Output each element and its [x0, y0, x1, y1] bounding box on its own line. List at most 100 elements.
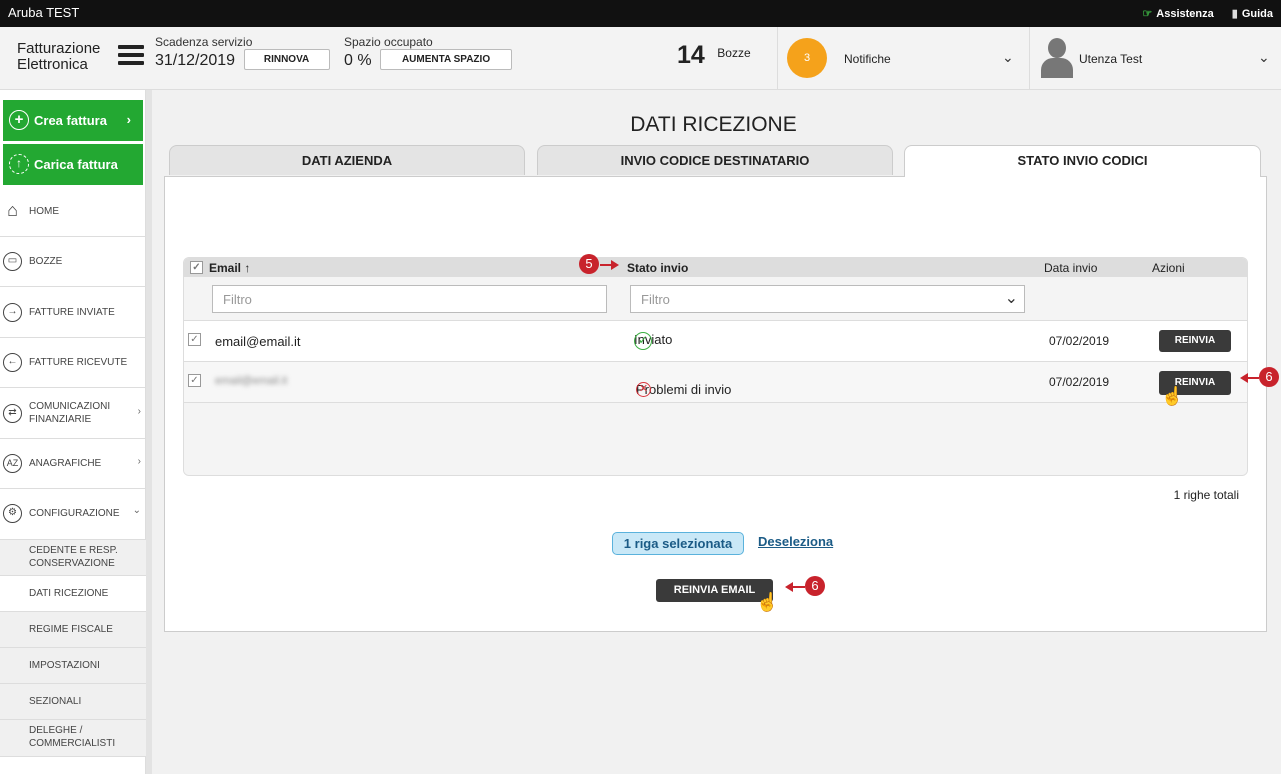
crea-fattura-label: Crea fattura [34, 113, 107, 128]
row-checkbox[interactable]: ✓ [188, 374, 201, 387]
drafts-icon: ▭ [3, 252, 22, 271]
row-email: email@email.it [215, 334, 301, 349]
label-line2: CONSERVAZIONE [29, 558, 115, 569]
aumenta-spazio-button[interactable]: AUMENTA SPAZIO [380, 49, 513, 70]
spazio-value: 0 % [344, 52, 372, 69]
hand-cursor-icon: ☝ [1161, 386, 1184, 406]
gear-icon: ⚙ [3, 504, 22, 523]
notifiche-label[interactable]: Notifiche [844, 52, 891, 66]
annotation-marker: 6 [1259, 367, 1279, 387]
logo-line2: Elettronica [17, 56, 88, 73]
user-avatar-icon[interactable] [1040, 38, 1073, 78]
chevron-right-icon: › [126, 112, 131, 127]
bozze-counter[interactable]: 14 Bozze [677, 41, 751, 70]
scadenza-value: 31/12/2019 [155, 52, 236, 69]
page-title: DATI RICEZIONE [630, 113, 797, 136]
upload-icon: ↑ [9, 154, 29, 174]
row-checkbox[interactable]: ✓ [188, 333, 201, 346]
plus-icon: + [9, 110, 29, 130]
label-line1: COMUNICAZIONI [29, 401, 111, 412]
reinvia-button[interactable]: REINVIA [1159, 330, 1231, 352]
sidebar-subitem-cedente[interactable]: CEDENTE E RESP. CONSERVAZIONE [0, 540, 146, 576]
tab-invio-codice-destinatario[interactable]: INVIO CODICE DESTINATARIO [537, 145, 893, 175]
arrow-right-icon: → [3, 303, 22, 322]
select-all-checkbox[interactable]: ✓ [190, 261, 203, 274]
sidebar-item-label: FATTURE RICEVUTE [29, 357, 128, 368]
sidebar-item-label: ANAGRAFICHE [29, 458, 102, 469]
grid-header: ✓ Email ↑ Stato invio Data invio Azioni [184, 258, 1247, 277]
column-data[interactable]: Data invio [1044, 261, 1097, 275]
divider [777, 27, 778, 90]
home-icon: ⌂ [7, 200, 18, 220]
hand-cursor-icon: ☝ [756, 592, 779, 612]
label-line1: DELEGHE / [29, 725, 83, 736]
carica-fattura-label: Carica fattura [34, 157, 118, 172]
spazio-occupato: Spazio occupato 0 % AUMENTA SPAZIO [344, 35, 513, 70]
stato-filter-select[interactable]: Filtro ⌄ [630, 285, 1025, 313]
deselect-link[interactable]: Deseleziona [758, 534, 833, 549]
headset-icon: ☞ [1142, 8, 1153, 20]
tab-dati-azienda[interactable]: DATI AZIENDA [169, 145, 525, 175]
sidebar-item-home[interactable]: ⌂ HOME [0, 187, 146, 237]
selection-badge: 1 riga selezionata [612, 532, 744, 555]
user-name[interactable]: Utenza Test [1079, 52, 1142, 66]
annotation-arrow [1240, 373, 1259, 383]
sidebar-subitem-sezionali[interactable]: SEZIONALI [0, 684, 146, 720]
sidebar-item-bozze[interactable]: ▭ BOZZE [0, 237, 146, 287]
sidebar-subitem-impostazioni[interactable]: IMPOSTAZIONI [0, 648, 146, 684]
notifiche-chevron-down-icon[interactable]: ⌄ [1002, 49, 1014, 66]
row-status: ✕ Problemi di invio [636, 382, 731, 397]
scadenza-servizio: Scadenza servizio 31/12/2019 RINNOVA [155, 35, 330, 70]
sort-ascending-icon: ↑ [244, 261, 251, 275]
row-email-redacted: email@email.it [215, 375, 288, 387]
rinnova-button[interactable]: RINNOVA [243, 49, 330, 70]
top-links: ☞ Assistenza ▮ Guida [1142, 7, 1273, 20]
sidebar-item-comunicazioni[interactable]: ⇄ COMUNICAZIONI FINANZIARIE › [0, 388, 146, 439]
sidebar-subitem-dati-ricezione[interactable]: DATI RICEZIONE [0, 576, 146, 612]
data-grid: ✓ Email ↑ Stato invio Data invio Azioni … [183, 257, 1248, 476]
sidebar-item-label: SEZIONALI [29, 696, 82, 707]
top-bar: Aruba TEST ☞ Assistenza ▮ Guida [0, 0, 1281, 27]
tab-stato-invio-codici[interactable]: STATO INVIO CODICI [904, 145, 1261, 177]
assistenza-link[interactable]: ☞ Assistenza [1142, 7, 1213, 20]
sidebar-subitem-deleghe[interactable]: DELEGHE / COMMERCIALISTI [0, 720, 146, 757]
chevron-down-icon: ⌄ [132, 505, 141, 516]
sidebar-item-configurazione[interactable]: ⚙ CONFIGURAZIONE ⌄ [0, 489, 146, 540]
sidebar-subitem-regime-fiscale[interactable]: REGIME FISCALE [0, 612, 146, 648]
hamburger-menu-icon[interactable] [118, 45, 144, 65]
logo[interactable]: Fatturazione Elettronica [17, 41, 100, 73]
sidebar-item-label: REGIME FISCALE [29, 624, 113, 635]
app-title: Aruba TEST [8, 5, 80, 20]
bozze-label: Bozze [717, 46, 751, 60]
check-circle-icon: ✓ [634, 332, 652, 350]
row-date: 07/02/2019 [1049, 334, 1110, 348]
column-stato[interactable]: Stato invio [627, 261, 688, 275]
table-row[interactable]: ✓ email@email.it ✕ Problemi di invio 07/0… [184, 361, 1247, 402]
chevron-right-icon: › [137, 406, 141, 417]
email-filter-input[interactable]: Filtro [212, 285, 607, 313]
sidebar-item-fatture-ricevute[interactable]: ← FATTURE RICEVUTE [0, 338, 146, 388]
bozze-count: 14 [677, 41, 705, 69]
sidebar-item-fatture-inviate[interactable]: → FATTURE INVIATE [0, 287, 146, 338]
sidebar-item-label: CONFIGURAZIONE [29, 508, 120, 519]
crea-fattura-button[interactable]: + Crea fattura › [3, 100, 143, 141]
az-icon: AZ [3, 454, 22, 473]
guida-label: Guida [1241, 8, 1273, 20]
divider [1029, 27, 1030, 90]
column-email[interactable]: Email ↑ [209, 261, 250, 275]
annotation-arrow [600, 260, 619, 270]
annotation-arrow [785, 582, 805, 592]
annotation-marker: 5 [579, 254, 599, 274]
sidebar-item-label: HOME [29, 206, 59, 217]
header: Fatturazione Elettronica Scadenza serviz… [0, 27, 1281, 90]
sidebar-item-anagrafiche[interactable]: AZ ANAGRAFICHE › [0, 439, 146, 489]
table-row[interactable]: ✓ email@email.it ✓ Inviato 07/02/2019 REI… [184, 320, 1247, 361]
label-line2: FINANZIARIE [29, 414, 92, 425]
sidebar-item-label: CEDENTE E RESP. CONSERVAZIONE [29, 544, 118, 570]
exchange-icon: ⇄ [3, 404, 22, 423]
notification-badge[interactable]: 3 [787, 38, 827, 78]
arrow-left-icon: ← [3, 353, 22, 372]
carica-fattura-button[interactable]: ↑ Carica fattura [3, 144, 143, 185]
guida-link[interactable]: ▮ Guida [1232, 7, 1273, 20]
user-chevron-down-icon[interactable]: ⌄ [1258, 49, 1270, 66]
